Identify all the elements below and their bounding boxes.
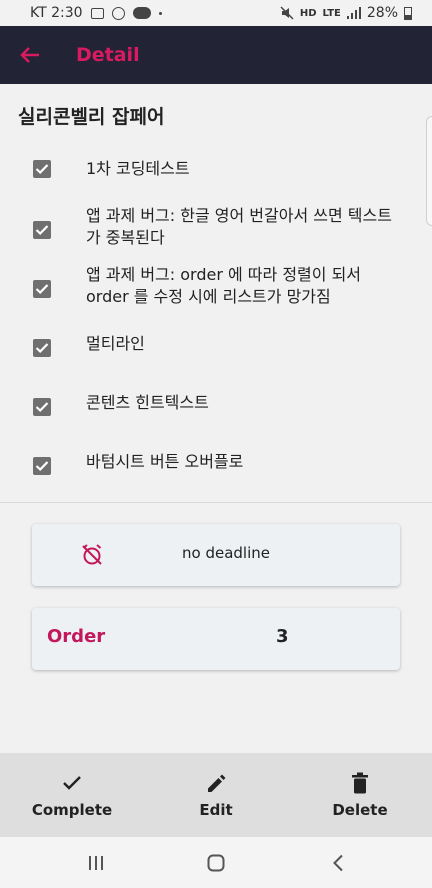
checklist-label: 앱 과제 버그: 한글 영어 번갈아서 쓰면 텍스트가 중복된다 [86, 206, 392, 247]
checkbox[interactable] [33, 398, 51, 416]
complete-button[interactable]: Complete [22, 753, 122, 837]
carrier-time: KT 2:30 [30, 5, 83, 21]
delete-label: Delete [332, 801, 388, 819]
home-icon [207, 854, 225, 872]
page-title: Detail [76, 44, 140, 66]
todo-title: 실리콘벨리 잡페어 [18, 106, 165, 128]
talk-icon [132, 7, 151, 19]
checkbox[interactable] [33, 221, 51, 239]
battery-percent: 28% [366, 5, 398, 21]
deadline-card[interactable]: no deadline [32, 524, 400, 586]
checklist-label: 멀티라인 [86, 334, 145, 353]
network-type: LTE [322, 7, 341, 19]
checklist-label: 콘텐츠 힌트텍스트 [86, 393, 209, 412]
pencil-icon [205, 771, 227, 795]
hd-icon: HD [299, 7, 317, 19]
order-label: Order [47, 626, 106, 647]
image-icon [90, 7, 104, 19]
battery-icon [404, 6, 412, 20]
status-bar: KT 2:30 HD LTE 28% [0, 0, 432, 26]
app-bar: Detail [0, 26, 432, 84]
checkmark-icon [35, 343, 49, 354]
check-icon [62, 771, 82, 795]
edit-label: Edit [199, 801, 233, 819]
checklist-label: 1차 코딩테스트 [86, 159, 190, 178]
status-left: KT 2:30 [30, 5, 162, 21]
trash-icon [351, 771, 369, 795]
checkbox[interactable] [33, 280, 51, 298]
checkmark-icon [35, 402, 49, 413]
checkbox[interactable] [33, 457, 51, 475]
back-button[interactable] [0, 26, 60, 84]
edge-panel-handle[interactable] [426, 116, 432, 226]
status-right: HD LTE 28% [280, 5, 412, 21]
complete-label: Complete [31, 801, 113, 819]
order-card[interactable]: Order 3 [32, 608, 400, 670]
checkmark-icon [35, 164, 49, 175]
deadline-text: no deadline [182, 544, 270, 562]
checklist-label: 앱 과제 버그: order 에 따라 정렬이 되서 order 를 수정 시에… [86, 265, 362, 306]
edit-button[interactable]: Edit [176, 753, 256, 837]
action-bar: Complete Edit Delete [0, 753, 432, 837]
recent-apps-icon [89, 856, 103, 870]
arrow-left-icon [20, 47, 39, 63]
divider [0, 502, 432, 503]
home-button[interactable] [196, 849, 236, 877]
more-notifications-icon [158, 11, 162, 15]
checkmark-icon [35, 461, 49, 472]
alarm-icon [111, 6, 125, 20]
recent-apps-button[interactable] [76, 849, 116, 877]
back-nav-button[interactable] [318, 849, 358, 877]
checkbox[interactable] [33, 160, 51, 178]
delete-button[interactable]: Delete [320, 753, 400, 837]
order-value: 3 [276, 626, 289, 647]
checkbox[interactable] [33, 339, 51, 357]
checkmark-icon [35, 284, 49, 295]
checkmark-icon [35, 225, 49, 236]
alarm-off-icon [80, 543, 104, 571]
back-icon [333, 854, 343, 872]
checklist-label: 바텀시트 버튼 오버플로 [86, 452, 244, 471]
signal-icon [346, 7, 361, 19]
system-nav-bar [0, 837, 432, 888]
mute-icon [280, 6, 294, 20]
